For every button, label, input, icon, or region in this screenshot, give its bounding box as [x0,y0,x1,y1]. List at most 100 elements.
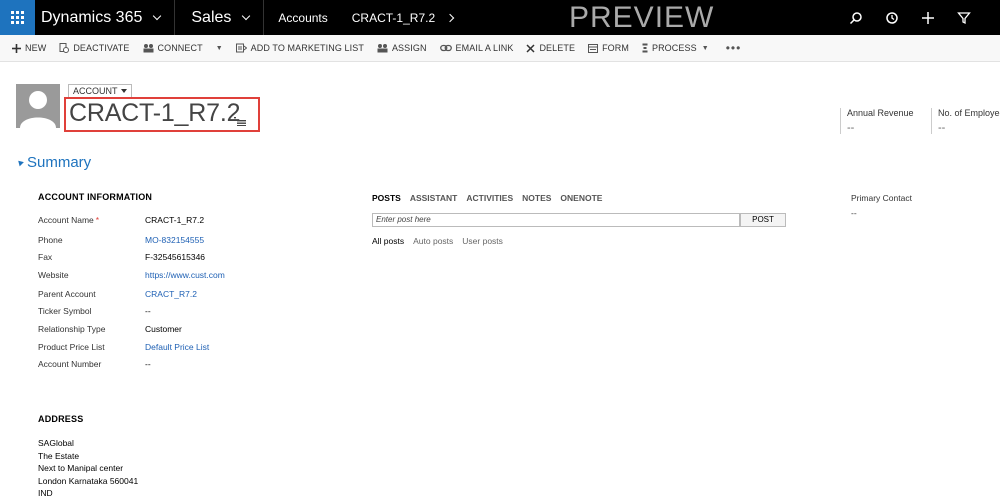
deactivate-icon [59,43,70,53]
marketing-list-icon [235,43,247,53]
search-button[interactable] [838,11,874,25]
entity-type-selector[interactable]: ACCOUNT [68,84,132,98]
module-name: Sales [191,8,232,26]
form-button[interactable]: FORM [588,43,629,53]
filter-auto-posts[interactable]: Auto posts [413,236,453,246]
app-switcher[interactable]: Dynamics 365 [41,0,174,35]
field-account-name[interactable]: Account Name * CRACT-1_R7.2 [38,215,204,225]
preview-label: PREVIEW [569,1,715,34]
quick-create-button[interactable] [910,11,946,25]
deactivate-button-label: DEACTIVATE [73,43,130,53]
assign-button[interactable]: ASSIGN [377,43,427,53]
add-to-marketing-list-button[interactable]: ADD TO MARKETING LIST [235,43,364,53]
phone-link[interactable]: MO-832154555 [145,235,204,245]
deactivate-button[interactable]: DEACTIVATE [59,43,129,53]
add-to-marketing-list-button-label: ADD TO MARKETING LIST [250,43,364,53]
field-phone[interactable]: Phone MO-832154555 [38,235,204,245]
field-label: Account Name * [38,215,100,225]
filter-icon [957,11,971,24]
field-value: -- [145,359,151,369]
divider [263,0,265,35]
recent-button[interactable] [874,11,910,25]
command-bar: NEW DEACTIVATE CONNECT ▼ ADD TO MARKETIN… [0,35,1000,62]
post-button[interactable]: POST [740,213,786,227]
address-title: ADDRESS [38,414,84,424]
new-button[interactable]: NEW [12,43,46,53]
filter-all-posts[interactable]: All posts [372,236,404,246]
field-label: Phone [38,235,63,245]
entity-type-label: ACCOUNT [73,86,118,96]
connect-button[interactable]: CONNECT [143,43,203,53]
parent-account-link[interactable]: CRACT_R7.2 [145,289,197,299]
collapse-triangle-icon [16,158,24,167]
social-pane-tabs: POSTS ASSISTANT ACTIVITIES NOTES ONENOTE [372,193,611,203]
price-list-link[interactable]: Default Price List [145,342,209,352]
tab-posts[interactable]: POSTS [372,193,401,203]
breadcrumb-record[interactable]: CRACT-1_R7.2 [351,10,455,25]
assign-icon [377,44,388,53]
menu-icon [234,117,246,126]
chevron-down-icon: ▼ [701,44,709,52]
kpi-value: -- [847,122,855,134]
field-fax[interactable]: Fax F-32545615346 [38,252,205,262]
post-input[interactable]: Enter post here [372,213,740,227]
advanced-find-button[interactable] [946,11,982,25]
kpi-label: No. of Employees [938,108,1000,118]
nav-actions [838,0,982,35]
delete-button[interactable]: DELETE [526,43,575,53]
field-label: Product Price List [38,342,105,352]
field-relationship-type[interactable]: Relationship Type Customer [38,324,182,334]
chevron-down-icon [120,89,127,93]
field-website[interactable]: Website https://www.cust.com [38,270,225,280]
avatar[interactable] [16,84,60,128]
required-indicator: * [95,215,100,225]
field-account-number[interactable]: Account Number -- [38,359,151,369]
address-line: London Karnataka 560041 [38,475,139,486]
module-switcher[interactable]: Sales [175,0,263,35]
summary-section-toggle[interactable]: Summary [16,154,92,171]
process-button[interactable]: PROCESS ▼ [642,43,709,53]
primary-contact-field[interactable]: Primary Contact -- [851,193,912,218]
website-link[interactable]: https://www.cust.com [145,270,225,280]
chevron-right-icon [445,13,455,22]
form-button-label: FORM [602,43,629,53]
field-value: Customer [145,324,182,334]
search-icon [849,11,862,24]
email-a-link-button-label: EMAIL A LINK [455,43,514,53]
post-filters: All posts Auto posts User posts [372,236,512,246]
tab-activities[interactable]: ACTIVITIES [466,193,513,203]
connect-dropdown-icon[interactable]: ▼ [216,45,223,52]
summary-title: Summary [27,154,92,171]
tab-notes[interactable]: NOTES [522,193,551,203]
field-label: Relationship Type [38,324,106,334]
tab-assistant[interactable]: ASSISTANT [410,193,458,203]
kpi-employees: No. of Employees -- [931,108,1000,134]
field-product-price-list[interactable]: Product Price List Default Price List [38,342,209,352]
process-button-label: PROCESS [651,43,697,53]
record-menu-button[interactable] [234,113,246,131]
filter-user-posts[interactable]: User posts [462,236,503,246]
app-launcher-button[interactable] [0,0,35,35]
plus-icon [922,11,934,24]
connect-button-label: CONNECT [157,43,203,53]
field-parent-account[interactable]: Parent Account CRACT_R7.2 [38,289,197,299]
top-navigation-bar: Dynamics 365 Sales Accounts CRACT-1_R7.2 [0,0,1000,35]
field-label: Parent Account [38,289,96,299]
record-title: CRACT-1_R7.2 [69,99,241,127]
breadcrumb-entity[interactable]: Accounts [278,11,327,25]
field-ticker-symbol[interactable]: Ticker Symbol -- [38,306,151,316]
breadcrumb-record-label: CRACT-1_R7.2 [351,10,436,25]
link-icon [439,44,452,52]
address-line: Next to Manipal center [38,463,124,473]
email-a-link-button[interactable]: EMAIL A LINK [439,43,514,53]
delete-icon [526,43,535,53]
address-line: IND [38,488,53,498]
address-block[interactable]: SAGlobal The Estate Next to Manipal cent… [38,437,138,500]
field-label: Website [38,270,69,280]
form-icon [588,43,599,53]
field-label: Fax [38,252,53,262]
tab-onenote[interactable]: ONENOTE [560,193,602,203]
more-commands-button[interactable]: ••• [726,41,742,55]
field-label: Primary Contact [851,193,912,203]
address-line: SAGlobal [38,438,74,448]
